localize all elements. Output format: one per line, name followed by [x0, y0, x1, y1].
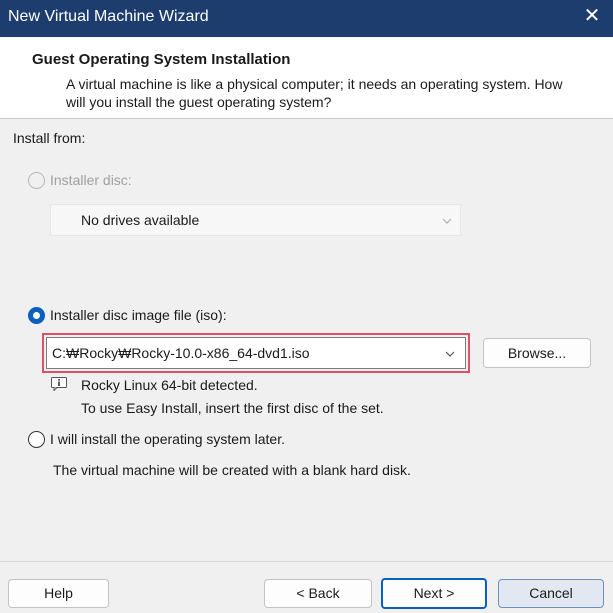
installer-disc-dropdown: No drives available: [50, 204, 461, 236]
info-icon: [51, 377, 67, 391]
install-later-radio[interactable]: [28, 431, 45, 448]
next-button-label: Next >: [413, 585, 455, 601]
install-from-label: Install from:: [13, 130, 86, 146]
install-later-label: I will install the operating system late…: [50, 431, 285, 447]
chevron-down-icon[interactable]: [445, 349, 455, 359]
iso-path-value: C:₩Rocky₩Rocky-10.0-x86_64-dvd1.iso: [52, 345, 310, 361]
cancel-button-label: Cancel: [529, 585, 573, 601]
install-later-description: The virtual machine will be created with…: [53, 462, 411, 478]
back-button-label: < Back: [296, 585, 340, 601]
title-bar: New Virtual Machine Wizard ✕: [0, 0, 613, 37]
next-button[interactable]: Next >: [381, 578, 487, 609]
iso-label: Installer disc image file (iso):: [50, 307, 227, 323]
footer-divider: [0, 561, 613, 562]
help-button[interactable]: Help: [8, 579, 109, 608]
iso-radio[interactable]: [28, 307, 45, 324]
browse-button[interactable]: Browse...: [483, 338, 591, 368]
wizard-header: Guest Operating System Installation A vi…: [0, 37, 613, 119]
installer-disc-label: Installer disc:: [50, 172, 132, 188]
header-title: Guest Operating System Installation: [32, 51, 291, 68]
chevron-down-icon: [442, 218, 452, 224]
iso-path-combobox[interactable]: C:₩Rocky₩Rocky-10.0-x86_64-dvd1.iso: [46, 337, 466, 369]
cancel-button[interactable]: Cancel: [498, 579, 604, 608]
back-button[interactable]: < Back: [264, 579, 372, 608]
help-button-label: Help: [44, 585, 73, 601]
window-title: New Virtual Machine Wizard: [8, 8, 209, 25]
close-icon[interactable]: ✕: [582, 6, 602, 26]
header-description: A virtual machine is like a physical com…: [66, 76, 563, 110]
detected-os-text: Rocky Linux 64-bit detected.: [81, 377, 258, 393]
easy-install-hint: To use Easy Install, insert the first di…: [81, 400, 384, 416]
browse-button-label: Browse...: [507, 345, 567, 361]
installer-disc-dropdown-value: No drives available: [81, 212, 200, 228]
installer-disc-radio: [28, 172, 45, 189]
